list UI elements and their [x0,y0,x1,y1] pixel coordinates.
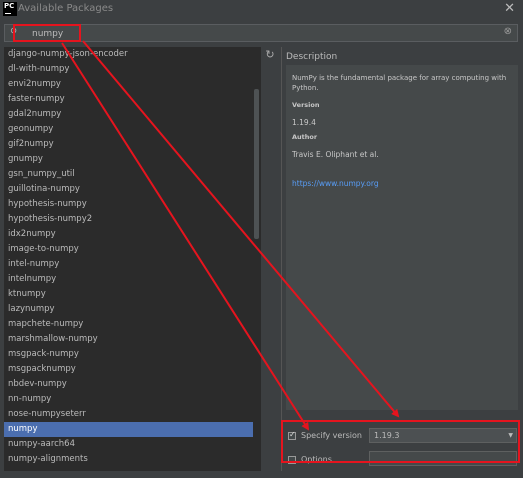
annotation-arrow [61,40,400,431]
